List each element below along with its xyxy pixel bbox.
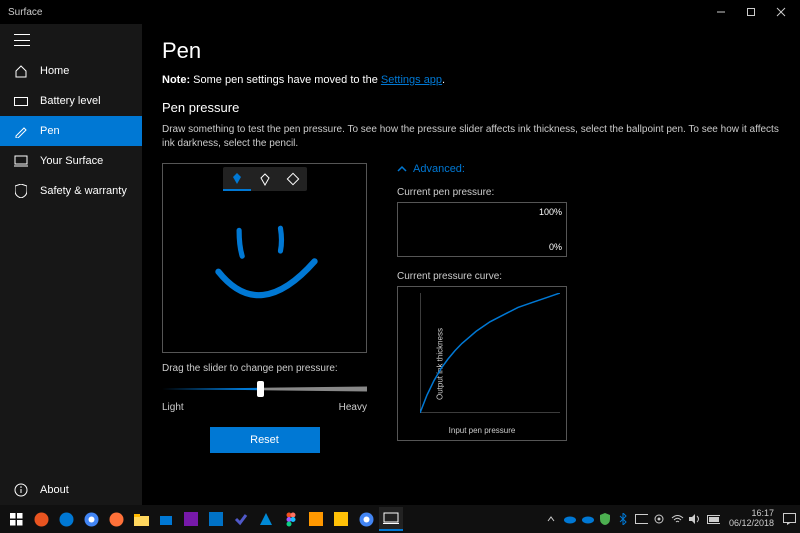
task-sublime[interactable] xyxy=(304,507,328,531)
main-content: Pen Note: Some pen settings have moved t… xyxy=(142,24,800,505)
section-title: Pen pressure xyxy=(162,100,780,115)
titlebar: Surface xyxy=(0,0,800,24)
pressure-0: 0% xyxy=(549,242,562,252)
slider-light-label: Light xyxy=(162,402,184,413)
task-edge[interactable] xyxy=(54,507,78,531)
task-explorer[interactable] xyxy=(129,507,153,531)
pen-icon xyxy=(14,124,28,138)
sidebar-item-label: Battery level xyxy=(40,95,101,107)
sidebar-item-label: Home xyxy=(40,65,69,77)
note-label: Note: xyxy=(162,74,190,86)
task-onenote[interactable] xyxy=(179,507,203,531)
pen-tool-filled[interactable] xyxy=(223,167,251,191)
info-icon xyxy=(14,483,28,497)
task-chrome[interactable] xyxy=(79,507,103,531)
slider-heavy-label: Heavy xyxy=(339,402,367,413)
pressure-slider[interactable] xyxy=(162,380,367,396)
close-button[interactable] xyxy=(766,0,796,24)
note-text: Some pen settings have moved to the xyxy=(190,74,381,86)
task-firefox[interactable] xyxy=(104,507,128,531)
tray-onedrive-icon[interactable] xyxy=(563,513,576,526)
sidebar-item-battery-level[interactable]: Battery level xyxy=(0,86,142,116)
task-app1[interactable] xyxy=(329,507,353,531)
maximize-button[interactable] xyxy=(736,0,766,24)
sidebar-item-label: About xyxy=(40,484,69,496)
sidebar-item-your-surface[interactable]: Your Surface xyxy=(0,146,142,176)
current-pressure-box: 100% 0% xyxy=(397,202,567,257)
battery-icon xyxy=(14,94,28,108)
hamburger-button[interactable] xyxy=(0,24,142,56)
start-button[interactable] xyxy=(4,507,28,531)
current-pressure-label: Current pen pressure: xyxy=(397,187,780,198)
slider-thumb[interactable] xyxy=(257,381,264,397)
page-title: Pen xyxy=(162,38,780,64)
clock-date: 06/12/2018 xyxy=(729,519,774,529)
task-store[interactable] xyxy=(154,507,178,531)
pressure-curve-chart: Output ink thickness Input pen pressure xyxy=(397,286,567,441)
curve-xlabel: Input pen pressure xyxy=(449,426,516,435)
task-chrome2[interactable] xyxy=(354,507,378,531)
home-icon xyxy=(14,64,28,78)
action-center-icon[interactable] xyxy=(783,513,796,526)
task-azure[interactable] xyxy=(254,507,278,531)
shield-icon xyxy=(14,184,28,198)
settings-app-link[interactable]: Settings app xyxy=(381,74,442,86)
section-description: Draw something to test the pen pressure.… xyxy=(162,123,780,151)
advanced-label: Advanced: xyxy=(413,163,465,175)
window-title: Surface xyxy=(8,7,42,18)
sidebar-item-safety-&-warranty[interactable]: Safety & warranty xyxy=(0,176,142,206)
tray-security-icon[interactable] xyxy=(599,513,612,526)
eraser-tool[interactable] xyxy=(279,167,307,191)
taskbar-clock[interactable]: 16:17 06/12/2018 xyxy=(725,509,778,529)
pen-tool-outline[interactable] xyxy=(251,167,279,191)
draw-test-area[interactable] xyxy=(162,163,367,353)
task-surface-app[interactable] xyxy=(379,507,403,531)
sidebar: Home Battery level Pen Your Surface Safety &… xyxy=(0,24,142,505)
tray-cloud-icon[interactable] xyxy=(581,513,594,526)
task-ubuntu[interactable] xyxy=(29,507,53,531)
tray-bluetooth-icon[interactable] xyxy=(617,513,630,526)
drawing-toolbar xyxy=(223,167,307,191)
sidebar-item-about[interactable]: About xyxy=(0,475,142,505)
sidebar-item-pen[interactable]: Pen xyxy=(0,116,142,146)
curve-label: Current pressure curve: xyxy=(397,271,780,282)
tray-battery-icon[interactable] xyxy=(707,513,720,526)
device-icon xyxy=(14,154,28,168)
sidebar-item-label: Safety & warranty xyxy=(40,185,127,197)
window-controls xyxy=(706,0,796,24)
minimize-button[interactable] xyxy=(706,0,736,24)
tray-wifi-icon[interactable] xyxy=(671,513,684,526)
advanced-toggle[interactable]: Advanced: xyxy=(397,163,780,175)
tray-volume-icon[interactable] xyxy=(689,513,702,526)
sidebar-item-label: Your Surface xyxy=(40,155,103,167)
tray-location-icon[interactable] xyxy=(653,513,666,526)
slider-label: Drag the slider to change pen pressure: xyxy=(162,363,367,374)
sample-drawing xyxy=(200,220,330,323)
task-todo[interactable] xyxy=(229,507,253,531)
task-figma[interactable] xyxy=(279,507,303,531)
chevron-up-icon xyxy=(397,164,407,174)
sidebar-item-label: Pen xyxy=(40,125,60,137)
note-line: Note: Some pen settings have moved to th… xyxy=(162,74,780,86)
pressure-100: 100% xyxy=(539,207,562,217)
reset-button[interactable]: Reset xyxy=(210,427,320,453)
taskbar: 16:17 06/12/2018 xyxy=(0,505,800,533)
sidebar-item-home[interactable]: Home xyxy=(0,56,142,86)
tray-keyboard-icon[interactable] xyxy=(635,513,648,526)
tray-chevron-up-icon[interactable] xyxy=(545,513,558,526)
task-outlook[interactable] xyxy=(204,507,228,531)
